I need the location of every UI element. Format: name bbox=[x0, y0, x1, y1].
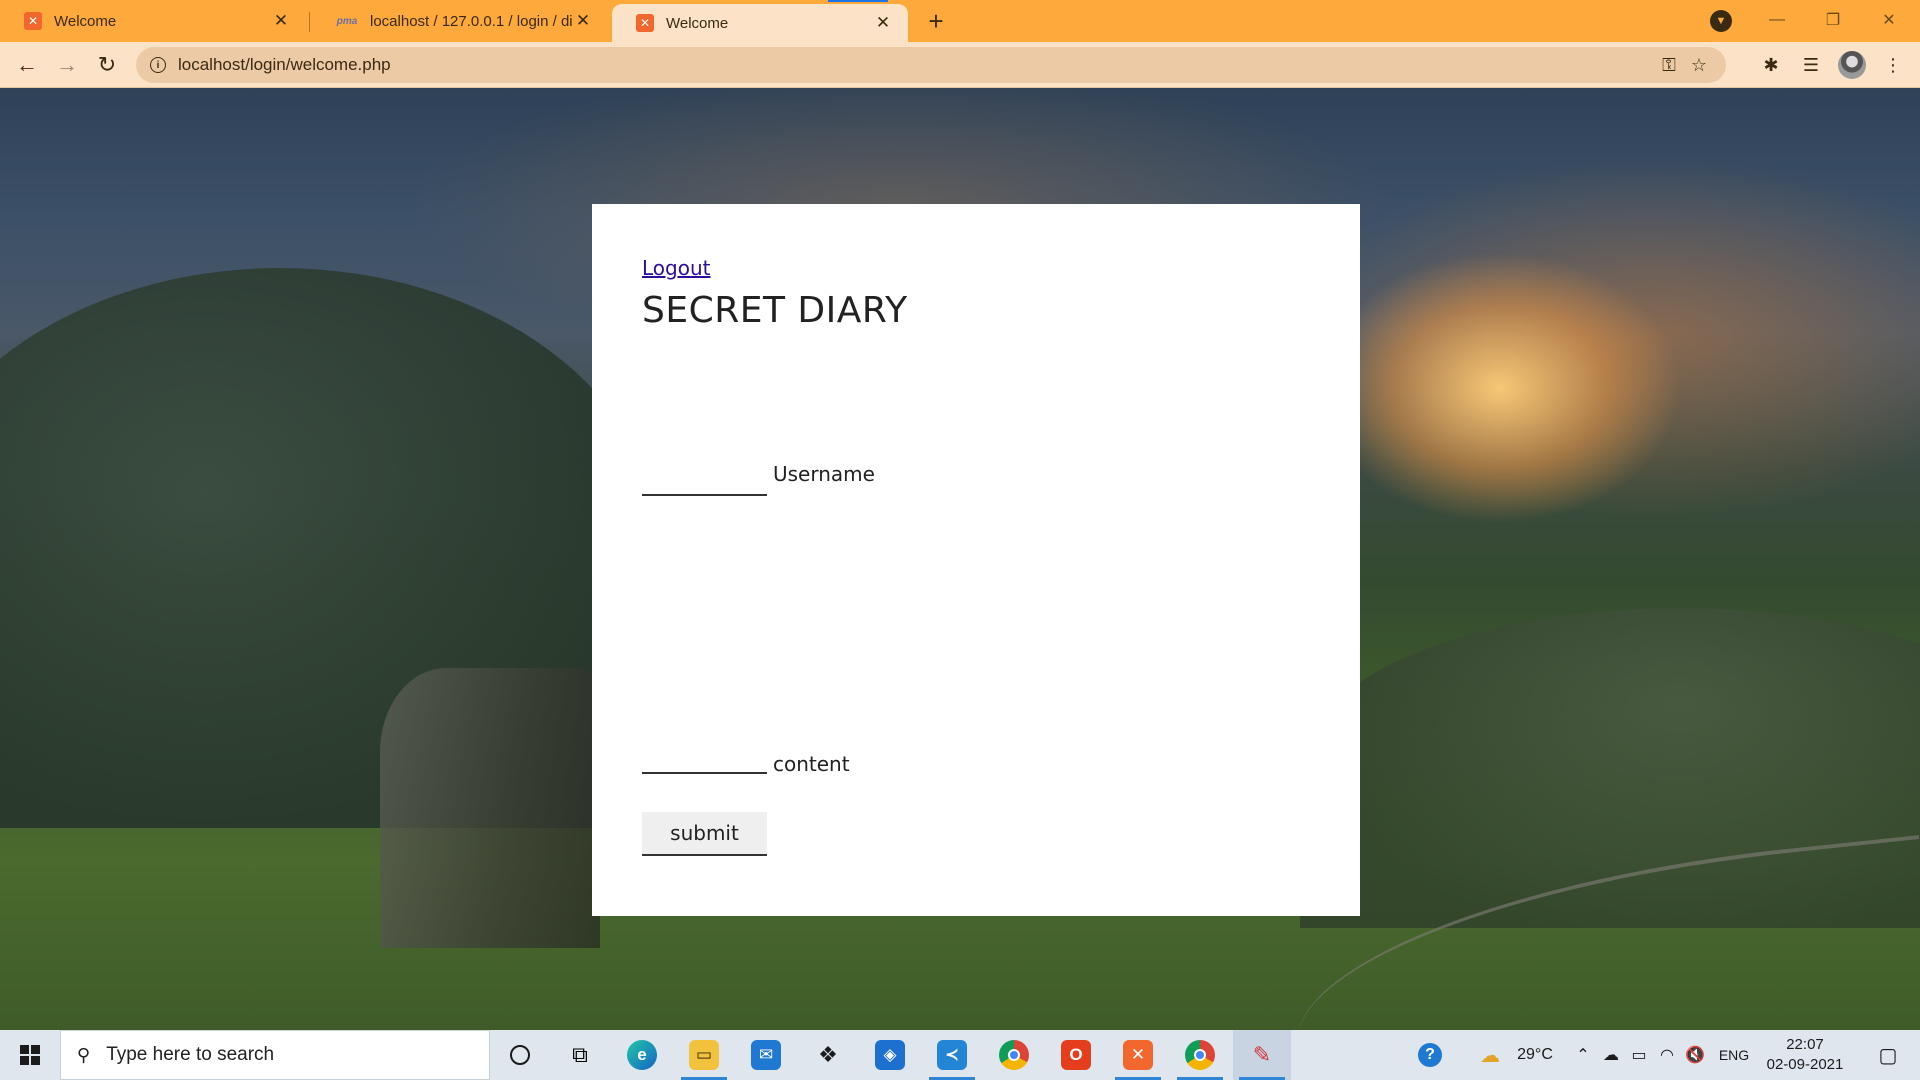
browser-toolbar: ← → ↻ i localhost/login/welcome.php ⚿ ☆ … bbox=[0, 42, 1920, 88]
tab-search-icon[interactable]: ▼ bbox=[1710, 10, 1732, 32]
browser-tab-strip: ✕ Welcome ✕ pma localhost / 127.0.0.1 / … bbox=[0, 0, 1920, 42]
xampp-icon[interactable]: ✕ bbox=[1109, 1030, 1167, 1080]
username-label: Username bbox=[773, 462, 875, 486]
windows-logo-icon bbox=[20, 1045, 40, 1065]
mail-icon[interactable]: ✉ bbox=[737, 1030, 795, 1080]
tab-welcome-active[interactable]: ✕ Welcome ✕ bbox=[612, 0, 908, 42]
taskbar-search-box[interactable]: ⚲ Type here to search bbox=[60, 1030, 490, 1080]
logout-link[interactable]: Logout bbox=[642, 256, 710, 280]
weather-temperature[interactable]: 29°C bbox=[1510, 1030, 1560, 1080]
window-close-icon[interactable]: ✕ bbox=[1866, 0, 1912, 40]
tab-welcome-1[interactable]: ✕ Welcome ✕ bbox=[0, 0, 306, 42]
wifi-icon[interactable]: ◠ bbox=[1654, 1030, 1680, 1080]
profile-avatar[interactable] bbox=[1838, 51, 1866, 79]
volume-muted-icon[interactable]: 🔇 bbox=[1682, 1030, 1708, 1080]
start-button[interactable] bbox=[0, 1030, 60, 1080]
reload-icon[interactable]: ↻ bbox=[92, 50, 122, 80]
clock-time: 22:07 bbox=[1786, 1036, 1824, 1053]
weather-icon[interactable]: ☁ bbox=[1470, 1030, 1510, 1080]
tab-phpmyadmin[interactable]: pma localhost / 127.0.0.1 / login / diar… bbox=[312, 0, 608, 42]
background-cliff bbox=[380, 668, 600, 948]
url-text[interactable]: localhost/login/welcome.php bbox=[178, 55, 1654, 75]
address-bar[interactable]: i localhost/login/welcome.php ⚿ ☆ bbox=[136, 47, 1726, 83]
office-icon[interactable]: O bbox=[1047, 1030, 1105, 1080]
media-queue-icon[interactable]: ☰ bbox=[1796, 50, 1826, 80]
dropbox-icon[interactable]: ❖ bbox=[799, 1030, 857, 1080]
tab-title: Welcome bbox=[666, 14, 729, 32]
cortana-icon[interactable] bbox=[491, 1030, 549, 1080]
minimize-icon[interactable]: — bbox=[1754, 0, 1800, 40]
close-icon[interactable]: ✕ bbox=[872, 12, 894, 34]
tab-title: Welcome bbox=[54, 12, 117, 30]
chrome-icon[interactable] bbox=[985, 1030, 1043, 1080]
tab-title: localhost / 127.0.0.1 / login / diar bbox=[370, 12, 572, 30]
file-explorer-icon[interactable]: ▭ bbox=[675, 1030, 733, 1080]
chrome-profile-icon[interactable] bbox=[1171, 1030, 1229, 1080]
page-background: Logout SECRET DIARY Username content sub… bbox=[0, 88, 1920, 1030]
close-icon[interactable]: ✕ bbox=[572, 10, 594, 32]
vscode-icon[interactable]: ≺ bbox=[923, 1030, 981, 1080]
xampp-icon: ✕ bbox=[24, 12, 42, 30]
notifications-icon[interactable]: ▢ bbox=[1864, 1030, 1912, 1080]
site-info-icon[interactable]: i bbox=[150, 57, 166, 73]
key-icon[interactable]: ⚿ bbox=[1654, 55, 1684, 76]
forward-arrow-icon[interactable]: → bbox=[52, 50, 82, 80]
menu-kebab-icon[interactable]: ⋮ bbox=[1878, 50, 1908, 80]
content-input[interactable] bbox=[642, 746, 767, 774]
submit-button[interactable]: submit bbox=[642, 812, 767, 856]
search-placeholder: Type here to search bbox=[106, 1044, 275, 1065]
page-title: SECRET DIARY bbox=[642, 290, 908, 331]
xampp-icon: ✕ bbox=[636, 14, 654, 32]
diary-card: Logout SECRET DIARY Username content sub… bbox=[592, 204, 1360, 916]
back-arrow-icon[interactable]: ← bbox=[12, 50, 42, 80]
new-tab-button[interactable]: + bbox=[922, 6, 950, 36]
paint-icon[interactable]: ✎ bbox=[1233, 1030, 1291, 1080]
content-label: content bbox=[773, 752, 850, 776]
taskbar-clock[interactable]: 22:07 02-09-2021 bbox=[1762, 1035, 1848, 1075]
restore-icon[interactable]: ❐ bbox=[1810, 0, 1856, 40]
bookmark-star-icon[interactable]: ☆ bbox=[1684, 55, 1714, 76]
onedrive-icon[interactable]: ☁ bbox=[1598, 1030, 1624, 1080]
help-icon[interactable]: ? bbox=[1410, 1030, 1450, 1080]
store-icon[interactable]: ◈ bbox=[861, 1030, 919, 1080]
tab-separator bbox=[309, 12, 310, 32]
clock-date: 02-09-2021 bbox=[1766, 1056, 1844, 1073]
extensions-puzzle-icon[interactable]: ✱ bbox=[1756, 50, 1786, 80]
phpmyadmin-icon: pma bbox=[336, 15, 358, 27]
search-icon: ⚲ bbox=[77, 1044, 91, 1065]
task-view-icon[interactable]: ⧉ bbox=[551, 1030, 609, 1080]
chevron-up-icon[interactable]: ⌃ bbox=[1570, 1030, 1596, 1080]
username-input[interactable] bbox=[642, 468, 767, 496]
edge-icon[interactable]: e bbox=[613, 1030, 671, 1080]
taskbar: ⚲ Type here to search ⧉ e ▭ ✉ ❖ ◈ ≺ O ✕ … bbox=[0, 1030, 1920, 1080]
close-icon[interactable]: ✕ bbox=[270, 10, 292, 32]
battery-icon[interactable]: ▭ bbox=[1626, 1030, 1652, 1080]
language-indicator[interactable]: ENG bbox=[1712, 1030, 1756, 1080]
